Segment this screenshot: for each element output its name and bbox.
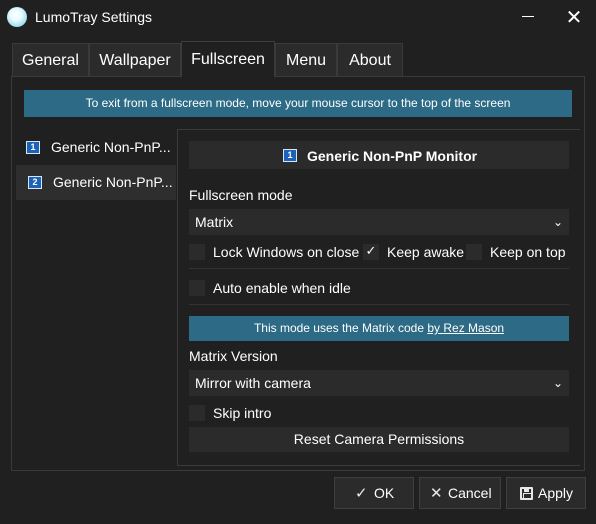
- auto-enable-checkbox[interactable]: [189, 280, 205, 296]
- x-icon: ✕: [430, 484, 443, 502]
- monitor-icon: 2: [28, 176, 42, 189]
- matrix-mode-banner: This mode uses the Matrix code by Rez Ma…: [189, 316, 569, 341]
- exit-info-banner: To exit from a fullscreen mode, move you…: [24, 90, 572, 117]
- lock-windows-checkbox[interactable]: [189, 244, 205, 260]
- save-icon: [520, 487, 533, 500]
- checkmark-icon: ✓: [355, 484, 368, 502]
- matrix-version-select[interactable]: Mirror with camera ⌄: [189, 370, 569, 396]
- divider: [189, 268, 569, 269]
- chevron-down-icon: ⌄: [552, 376, 563, 390]
- keep-awake-checkbox[interactable]: ✓: [363, 244, 379, 260]
- tab-wallpaper[interactable]: Wallpaper: [89, 43, 181, 76]
- close-icon[interactable]: ✕: [560, 4, 588, 30]
- auto-enable-label: Auto enable when idle: [213, 280, 351, 296]
- divider: [189, 304, 569, 305]
- monitor-label: Generic Non-PnP...: [51, 139, 171, 155]
- matrix-mode-text: This mode uses the Matrix code: [253, 321, 425, 335]
- keep-on-top-label: Keep on top: [490, 244, 566, 260]
- matrix-version-label: Matrix Version: [189, 348, 278, 364]
- cancel-label: Cancel: [448, 485, 492, 501]
- keep-on-top-checkbox[interactable]: [466, 244, 482, 260]
- minimize-icon[interactable]: [522, 16, 534, 17]
- tab-about[interactable]: About: [337, 43, 403, 76]
- ok-label: OK: [374, 485, 395, 501]
- skip-intro-checkbox[interactable]: [189, 405, 205, 421]
- keep-awake-label: Keep awake: [387, 244, 465, 260]
- apply-label: Apply: [538, 485, 574, 501]
- monitor-icon: 1: [283, 149, 297, 162]
- tab-general[interactable]: General: [12, 43, 89, 76]
- apply-button[interactable]: Apply: [506, 477, 586, 509]
- tab-menu[interactable]: Menu: [275, 43, 337, 76]
- fullscreen-mode-value: Matrix: [195, 214, 234, 230]
- fullscreen-mode-select[interactable]: Matrix ⌄: [189, 209, 569, 235]
- ok-button[interactable]: ✓ OK: [334, 477, 414, 509]
- monitor-icon: 1: [26, 141, 40, 154]
- app-icon: [7, 7, 27, 27]
- cancel-button[interactable]: ✕ Cancel: [419, 477, 501, 509]
- tab-fullscreen[interactable]: Fullscreen: [181, 41, 275, 77]
- monitor-list-item-1[interactable]: 1 Generic Non-PnP...: [16, 130, 176, 165]
- title-bar[interactable]: LumoTray Settings ✕: [0, 0, 596, 34]
- rez-mason-link[interactable]: by Rez Mason: [427, 321, 504, 335]
- window-title: LumoTray Settings: [35, 9, 152, 25]
- matrix-version-value: Mirror with camera: [195, 375, 311, 391]
- monitor-label: Generic Non-PnP...: [53, 174, 173, 190]
- reset-camera-permissions-button[interactable]: Reset Camera Permissions: [189, 427, 569, 452]
- chevron-down-icon: ⌄: [552, 215, 563, 229]
- skip-intro-label: Skip intro: [213, 405, 272, 421]
- monitor-title: Generic Non-PnP Monitor: [307, 148, 478, 164]
- fullscreen-mode-label: Fullscreen mode: [189, 187, 293, 203]
- monitor-list-item-2[interactable]: 2 Generic Non-PnP...: [16, 165, 176, 200]
- lock-windows-label: Lock Windows on close: [213, 244, 360, 260]
